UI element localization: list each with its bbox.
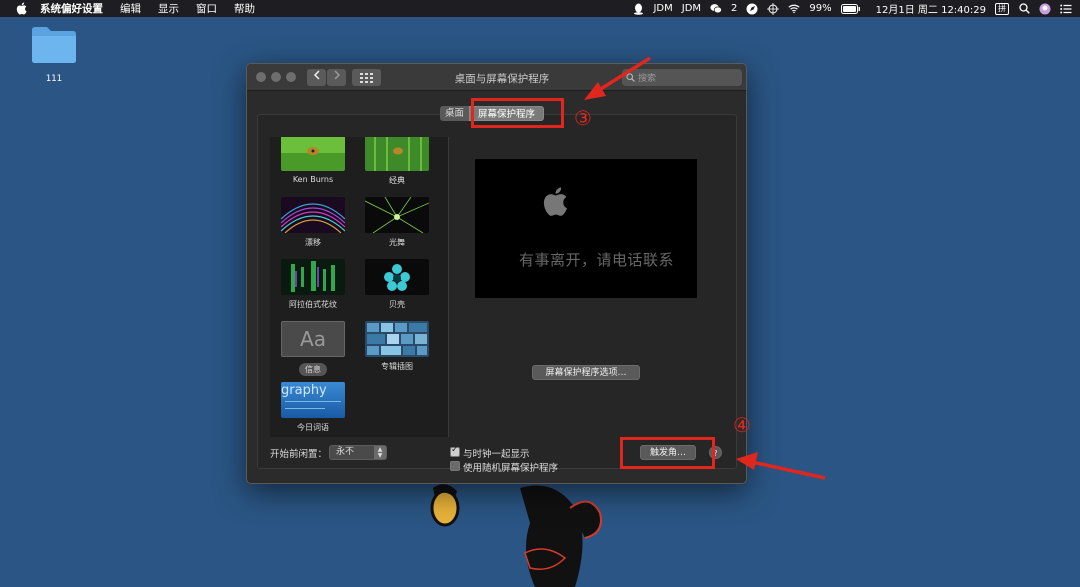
chevron-right-icon [333,70,340,80]
minimize-window-button[interactable] [271,72,281,82]
random-saver-label: 使用随机屏幕保护程序 [463,463,559,474]
user-avatar-icon[interactable] [1039,3,1051,15]
window-titlebar: 桌面与屏幕保护程序 搜索 [247,64,746,91]
saver-light-dance[interactable]: 光舞 [364,197,430,248]
menu-window[interactable]: 窗口 [196,1,217,16]
grid-icon [359,72,373,83]
folder-icon [32,27,76,63]
saver-flurry[interactable]: 漂移 [280,197,346,248]
light-dance-thumbnail [365,197,429,233]
spotlight-search-icon[interactable] [1018,3,1030,15]
zoom-window-button[interactable] [286,72,296,82]
flurry-thumbnail [281,197,345,233]
back-button[interactable] [307,69,326,86]
annotation-step-3: ③ [574,106,592,130]
close-window-button[interactable] [256,72,266,82]
compass-icon[interactable] [746,3,758,15]
classic-thumbnail [365,137,429,171]
saver-name: 阿拉伯式花纹 [289,300,337,309]
arabesque-thumbnail [281,259,345,295]
preview-message: 有事离开，请电话联系 [519,251,675,269]
show-with-clock-label: 与时钟一起显示 [463,449,530,460]
saver-name: 专辑插图 [381,362,413,371]
shell-thumbnail [365,259,429,295]
word-of-day-thumbnail: graphy [281,382,345,418]
chevron-left-icon [313,70,320,80]
thumb-text: graphy [281,383,327,398]
window-title: 桌面与屏幕保护程序 [454,73,550,85]
saver-message[interactable]: Aa 信息 [280,321,346,376]
wechat-count: 2 [731,3,738,14]
select-arrows-icon: ▲ ▼ [374,446,386,459]
message-thumbnail: Aa [281,321,345,357]
ken-burns-thumbnail [281,137,345,171]
screensaver-list[interactable]: Ken Burns 经典 漂移 光舞 阿拉伯式花纹 贝壳 Aa 信息 专辑插图 … [270,137,448,437]
screensaver-options-button[interactable]: 屏幕保护程序选项… [532,365,640,380]
saver-shell[interactable]: 贝壳 [364,259,430,310]
list-divider [448,137,449,437]
saver-album-artwork[interactable]: 专辑插图 [364,321,430,372]
vpn-icon[interactable] [767,2,780,15]
saver-name: 经典 [389,176,405,185]
annotation-arrow-2-icon [736,452,826,480]
saver-name: 贝壳 [389,300,405,309]
battery-percent: 99% [809,3,832,14]
menu-bar: 系统偏好设置 编辑 显示 窗口 帮助 JDM JDM 2 99% 12月1日 周… [0,0,1080,17]
thumb-decoration [285,401,341,402]
folder-label: 111 [45,74,63,84]
qq-icon[interactable] [632,3,644,15]
show-all-button[interactable] [352,69,381,86]
battery-icon[interactable] [840,3,861,15]
random-saver-checkbox[interactable] [450,461,460,471]
show-with-clock-checkbox[interactable] [450,445,460,457]
annotation-arrow-1-icon [584,56,651,100]
saver-name: 今日词语 [297,423,329,432]
saver-word-of-day[interactable]: graphy 今日词语 [280,382,346,433]
mascot-illustration [430,484,602,587]
annotation-step-4: ④ [733,413,751,437]
clock[interactable]: 12月1日 周二 12:40:29 [876,1,986,16]
idle-time-value: 永不 [336,447,355,457]
forward-button[interactable] [327,69,346,86]
menu-view[interactable]: 显示 [158,1,179,16]
menu-system-preferences[interactable]: 系统偏好设置 [40,1,103,16]
annotation-box-tab [471,98,564,128]
jdm-status-2[interactable]: JDM [682,3,701,14]
apple-logo-icon [543,187,568,216]
idle-start-label: 开始前闲置： [270,449,328,460]
saver-classic[interactable]: 经典 [364,137,430,186]
menu-edit[interactable]: 编辑 [120,1,141,16]
apple-menu-icon[interactable] [14,2,28,16]
annotation-box-hot-corners [620,437,715,469]
saver-ken-burns[interactable]: Ken Burns [280,137,346,184]
saver-arabesque[interactable]: 阿拉伯式花纹 [280,259,346,310]
saver-name: Ken Burns [292,175,334,184]
wifi-icon[interactable] [788,3,800,15]
idle-time-select[interactable]: 永不 ▲ ▼ [329,445,387,460]
menu-help[interactable]: 帮助 [234,1,255,16]
tab-desktop[interactable]: 桌面 [440,106,470,121]
screensaver-preview: 有事离开，请电话联系 [475,159,697,298]
saver-name: 光舞 [389,238,405,247]
thumb-text: Aa [300,327,326,351]
album-artwork-thumbnail [365,321,429,357]
wechat-icon[interactable] [710,3,722,15]
thumb-decoration [285,408,325,409]
saver-name-selected: 信息 [299,363,327,376]
saver-name: 漂移 [305,238,321,247]
input-method-indicator[interactable]: 拼 [995,2,1009,15]
notification-center-icon[interactable] [1060,3,1072,15]
desktop-folder[interactable]: 111 [30,26,78,84]
jdm-status-1[interactable]: JDM [653,3,672,14]
